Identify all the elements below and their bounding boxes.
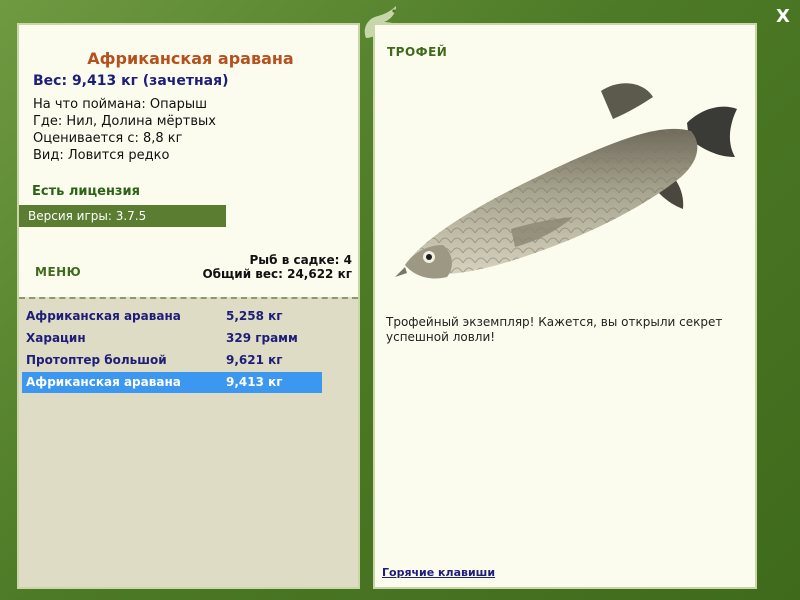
- hotkeys-link[interactable]: Горячие клавиши: [382, 566, 495, 579]
- rated-from-info: Оценивается с: 8,8 кг: [33, 131, 183, 146]
- keepnet-total-weight: Общий вес: 24,622 кг: [202, 267, 352, 281]
- catch-weight: 9,621 кг: [226, 353, 283, 367]
- catch-row[interactable]: Африканская аравана 9,413 кг: [22, 372, 322, 393]
- catch-name: Харацин: [26, 331, 86, 345]
- menu-button[interactable]: МЕНЮ: [35, 265, 81, 279]
- trophy-panel: ТРОФЕЙ Трофейный экземпляр! Кажется, вы …: [373, 23, 757, 589]
- arowana-fish-icon: [395, 83, 737, 279]
- trophy-description: Трофейный экземпляр! Кажется, вы открыли…: [386, 315, 723, 344]
- catch-name: Африканская аравана: [26, 375, 181, 389]
- location-info: Где: Нил, Долина мёртвых: [33, 114, 216, 129]
- fish-details: На что поймана: Опарыш Где: Нил, Долина …: [33, 96, 216, 164]
- game-version-bar: Версия игры: 3.7.5: [19, 205, 226, 227]
- fish-name-title: Африканская аравана: [87, 49, 294, 68]
- license-status: Есть лицензия: [32, 184, 140, 199]
- catch-row[interactable]: Протоптер большой 9,621 кг: [22, 350, 322, 371]
- fish-weight: Вес: 9,413 кг (зачетная): [33, 73, 229, 89]
- bait-info: На что поймана: Опарыш: [33, 97, 207, 112]
- keepnet-summary: Рыб в садке: 4 Общий вес: 24,622 кг: [202, 253, 352, 281]
- catch-info-panel: Африканская аравана Вес: 9,413 кг (зачет…: [17, 23, 360, 589]
- game-window-frame: X Африканская аравана Вес: 9,413 кг (зач…: [0, 0, 800, 600]
- catch-row[interactable]: Харацин 329 грамм: [22, 328, 322, 349]
- catch-list: Африканская аравана 5,258 кг Харацин 329…: [19, 297, 358, 587]
- catch-name: Африканская аравана: [26, 309, 181, 323]
- keepnet-count: Рыб в садке: 4: [249, 253, 353, 267]
- catch-weight: 5,258 кг: [226, 309, 283, 323]
- rarity-info: Вид: Ловится редко: [33, 148, 170, 163]
- close-button[interactable]: X: [772, 6, 794, 28]
- catch-row[interactable]: Африканская аравана 5,258 кг: [22, 306, 322, 327]
- catch-weight: 329 грамм: [226, 331, 298, 345]
- catch-weight: 9,413 кг: [226, 375, 283, 389]
- catch-name: Протоптер большой: [26, 353, 167, 367]
